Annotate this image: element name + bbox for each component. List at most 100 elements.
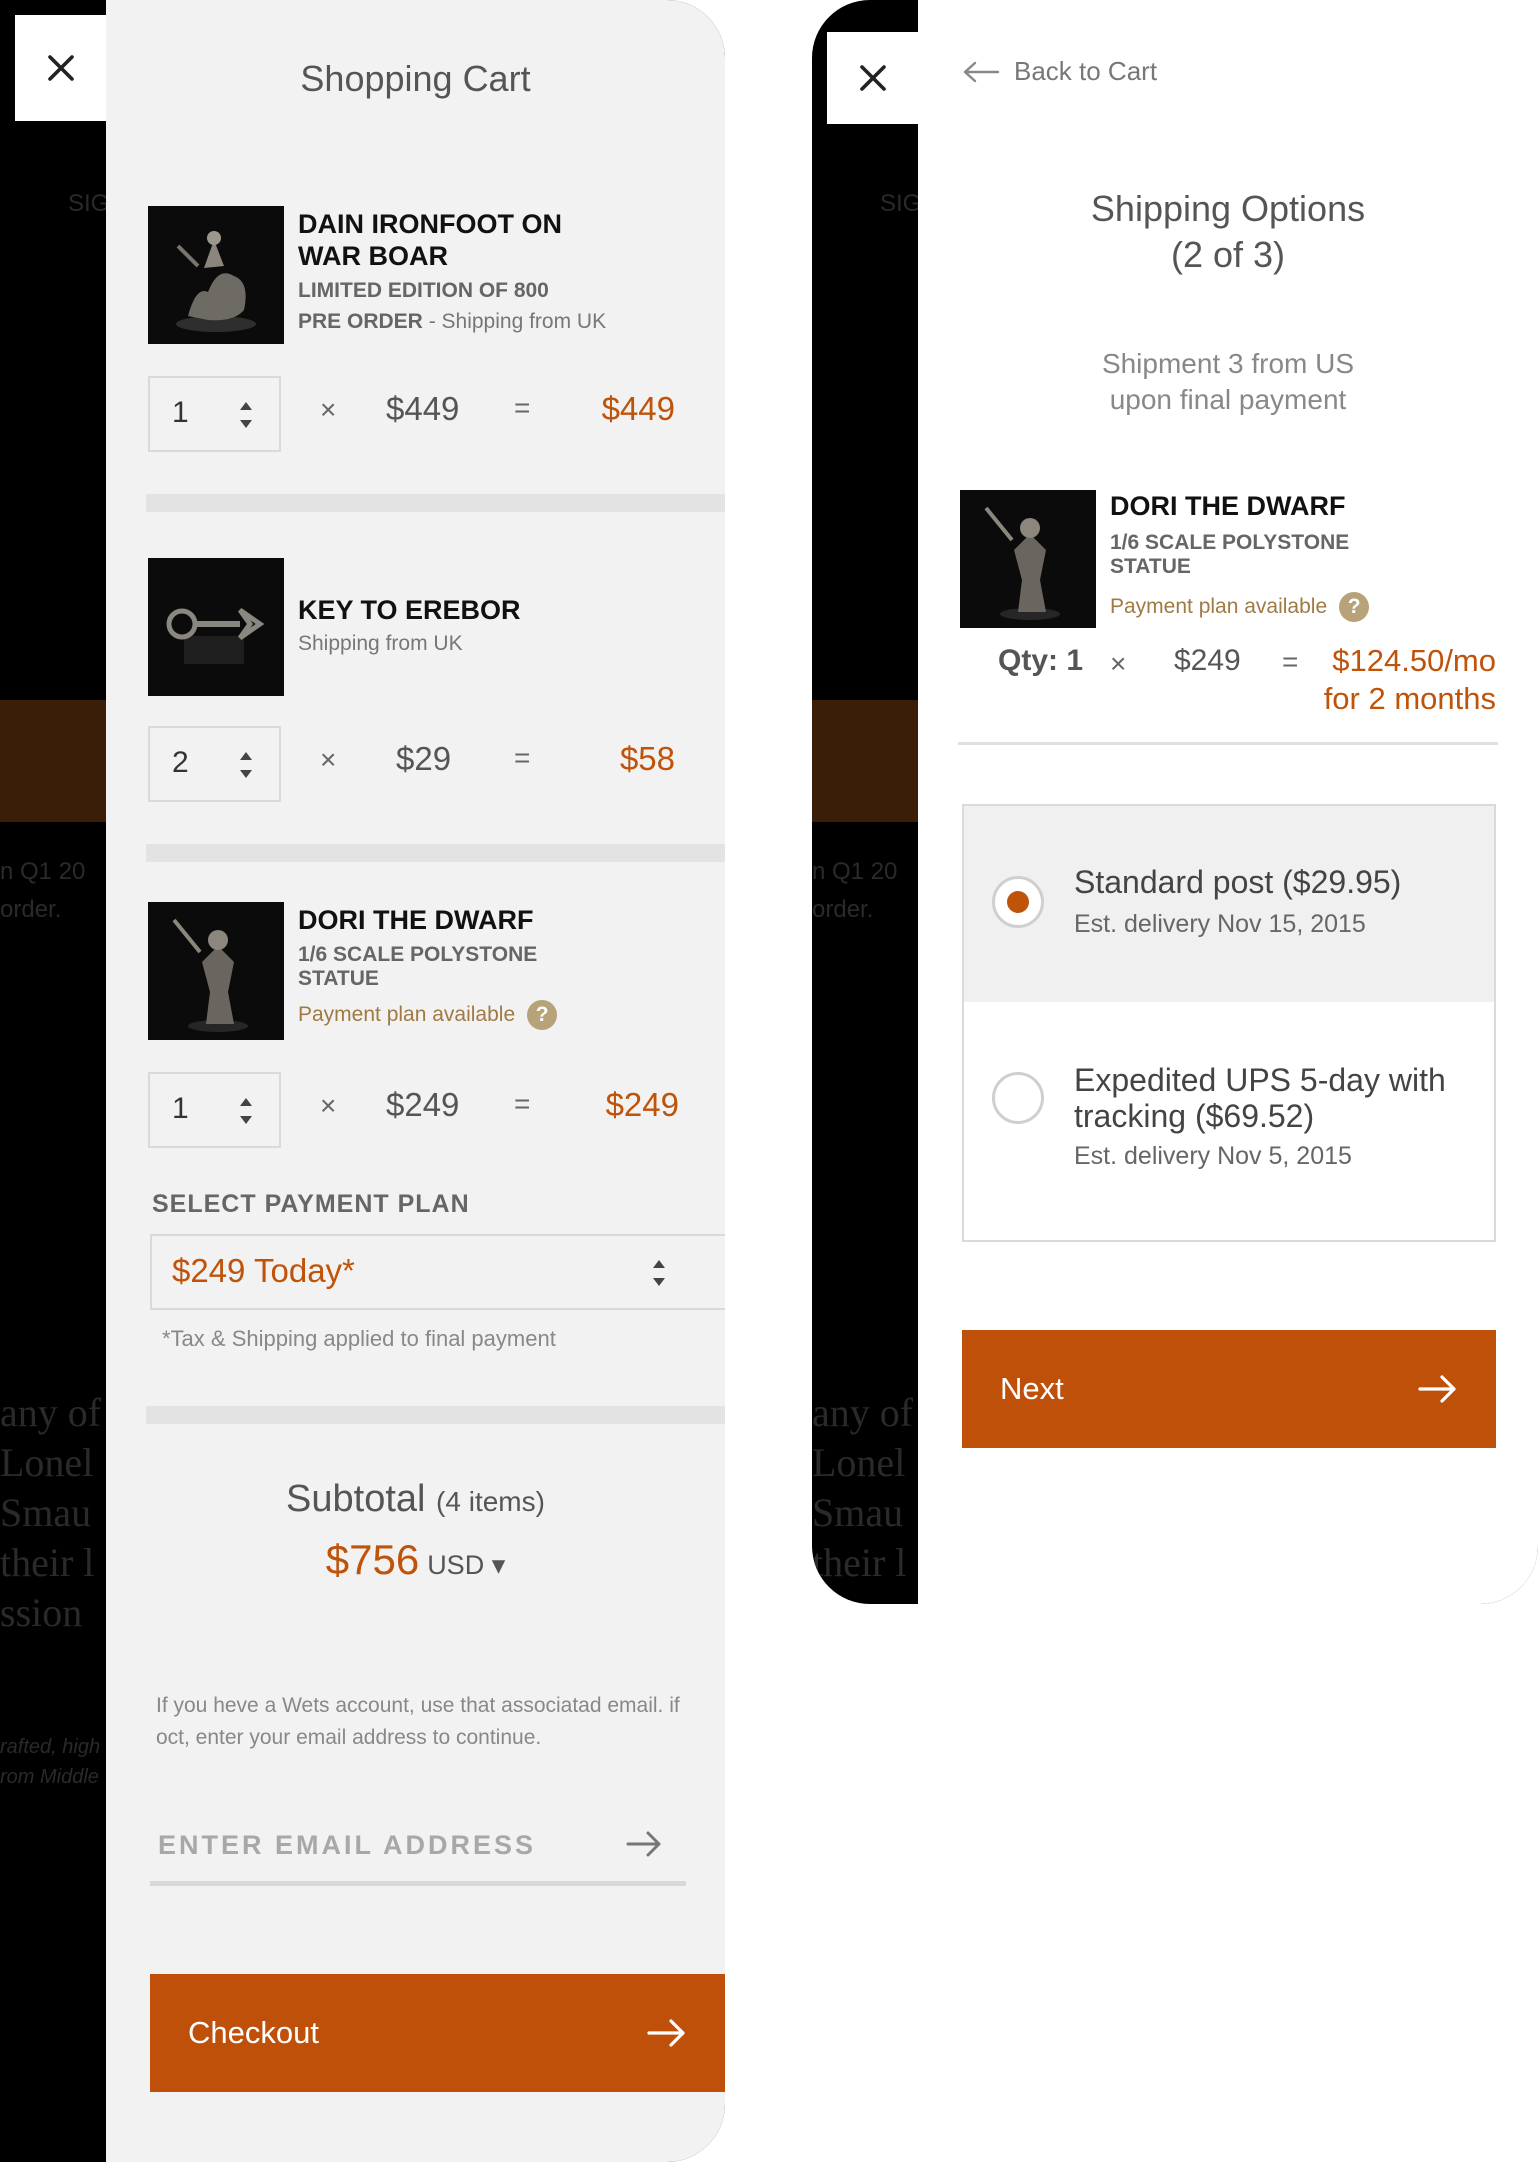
subtotal-value: $756: [325, 1536, 420, 1583]
equals-sign: =: [514, 742, 531, 773]
product-name: KEY TO EREBOR: [298, 595, 521, 625]
arrow-right-icon[interactable]: [626, 1830, 662, 1858]
payment-plan-note: Payment plan available ?: [298, 1000, 558, 1030]
product-name: DORI THE DWARF: [1110, 491, 1346, 521]
product-scale: STATUE: [298, 967, 379, 990]
equals-sign: =: [1282, 646, 1299, 677]
background-text: any of: [0, 1390, 102, 1435]
quantity-stepper[interactable]: 1: [148, 376, 281, 452]
payment-plan-select[interactable]: $249 Today*: [150, 1234, 725, 1310]
line-total: $58: [619, 740, 675, 777]
multiply-sign: ×: [320, 394, 337, 425]
arrow-left-icon: [963, 61, 1000, 82]
stepper-arrows-icon[interactable]: [238, 1094, 254, 1128]
close-icon: [860, 65, 886, 91]
option-title: Standard post ($29.95): [1074, 864, 1402, 900]
tax-note: *Tax & Shipping applied to final payment: [162, 1326, 556, 1351]
shipping-option-standard[interactable]: Standard post ($29.95) Est. delivery Nov…: [962, 804, 1496, 1004]
line-total: $249: [605, 1086, 679, 1123]
page-title: Shipping Options (2 of 3): [1090, 188, 1366, 275]
email-placeholder: ENTER EMAIL ADDRESS: [158, 1830, 537, 1860]
unit-price: $249: [386, 1086, 460, 1123]
back-to-cart-link[interactable]: Back to Cart: [962, 56, 1157, 87]
subtotal-label: Subtotal (4 items): [286, 1478, 545, 1520]
product-image: [960, 490, 1096, 628]
cart-screen: SIG n Q1 20 order. any of Lonel Smau the…: [0, 0, 725, 2162]
option-delivery: Est. delivery Nov 5, 2015: [1074, 1142, 1352, 1170]
product-image: [148, 558, 284, 696]
payment-plan-text: Payment plan available: [1110, 595, 1328, 618]
product-name: DORI THE DWARF: [298, 905, 534, 935]
stepper-arrows-icon[interactable]: [238, 748, 254, 782]
checkout-button[interactable]: Checkout: [150, 1974, 725, 2092]
unit-price: $29: [396, 740, 452, 777]
background-text: SIG: [68, 190, 110, 217]
background-text: Lonel: [0, 1440, 94, 1485]
multiply-sign: ×: [1110, 648, 1127, 679]
email-field[interactable]: ENTER EMAIL ADDRESS: [150, 1806, 686, 1886]
next-label: Next: [1000, 1371, 1064, 1406]
unit-price: $249: [1174, 644, 1241, 677]
shipping-info: PRE ORDER - Shipping from UK: [298, 310, 607, 333]
multiply-sign: ×: [320, 744, 337, 775]
product-scale: STATUE: [1110, 555, 1191, 578]
cart-panel: Shopping Cart DAIN IRONFOOT ON WAR BOAR …: [106, 0, 725, 2162]
shipment-info: Shipment 3 from US upon final payment: [1101, 348, 1355, 415]
background-text: SIG: [880, 190, 922, 217]
close-button[interactable]: [827, 32, 919, 124]
divider: [958, 742, 1498, 745]
divider: [146, 494, 725, 512]
subtotal-amount: $756 USD ▾: [106, 1536, 725, 1584]
help-icon[interactable]: ?: [1339, 592, 1370, 622]
radio-unselected[interactable]: [992, 1072, 1044, 1124]
product-name: DAIN IRONFOOT ON: [298, 209, 562, 239]
shipping-panel: Back to Cart Shipping Options (2 of 3) S…: [918, 0, 1538, 1604]
background-band: [0, 700, 106, 822]
divider: [146, 1406, 725, 1424]
stepper-arrows-icon[interactable]: [238, 398, 254, 432]
shipping-info: Shipping from UK: [298, 632, 463, 655]
quantity-label: Qty: 1: [998, 644, 1084, 677]
background-text: n Q1 20: [812, 858, 898, 885]
background-text: n Q1 20: [0, 858, 86, 885]
payment-plan-note: Payment plan available ?: [1110, 592, 1370, 622]
background-text: order.: [0, 896, 62, 923]
radio-selected[interactable]: [992, 876, 1044, 928]
background-text: Lonel: [812, 1440, 906, 1485]
next-button[interactable]: Next: [962, 1330, 1496, 1448]
quantity-value: 2: [172, 746, 189, 779]
shipping-screen: SIG n Q1 20 order. any of Lonel Smau the…: [812, 0, 1538, 1604]
equals-sign: =: [514, 1088, 531, 1119]
background-text: their l: [0, 1540, 95, 1585]
product-image: [148, 206, 284, 344]
checkout-label: Checkout: [188, 2015, 319, 2050]
select-arrows-icon: [653, 1260, 665, 1286]
multiply-sign: ×: [320, 1090, 337, 1121]
divider: [146, 844, 725, 862]
equals-sign: =: [514, 392, 531, 423]
shipping-option-expedited[interactable]: Expedited UPS 5-day with tracking ($69.5…: [962, 1002, 1496, 1242]
product-scale: 1/6 SCALE POLYSTONE: [1110, 531, 1350, 554]
quantity-stepper[interactable]: 2: [148, 726, 281, 802]
back-label: Back to Cart: [1014, 56, 1158, 86]
payment-plan-label: SELECT PAYMENT PLAN: [152, 1190, 470, 1218]
product-scale: 1/6 SCALE POLYSTONE: [298, 943, 538, 966]
quantity-value: 1: [172, 396, 189, 429]
cart-item: DAIN IRONFOOT ON WAR BOAR LIMITED EDITIO…: [148, 206, 725, 466]
arrow-right-icon: [647, 2019, 685, 2047]
unit-price: $449: [386, 390, 460, 427]
monthly-total: $124.50/mo for 2 months: [1323, 643, 1496, 716]
quantity-stepper[interactable]: 1: [148, 1072, 281, 1148]
background-text: order.: [812, 896, 874, 923]
close-button[interactable]: [15, 15, 107, 121]
currency-select[interactable]: USD ▾: [427, 1550, 505, 1580]
page-title: Shopping Cart: [300, 58, 531, 99]
background-text: ssion: [0, 1590, 83, 1635]
background-text: Smau: [0, 1490, 92, 1535]
option-delivery: Est. delivery Nov 15, 2015: [1074, 910, 1366, 938]
help-icon[interactable]: ?: [527, 1000, 558, 1030]
payment-plan-text: Payment plan available: [298, 1003, 516, 1026]
arrow-right-icon: [1418, 1375, 1456, 1403]
email-note: If you heve a Wets account, use that ass…: [156, 1694, 680, 1749]
product-name: WAR BOAR: [298, 241, 448, 271]
